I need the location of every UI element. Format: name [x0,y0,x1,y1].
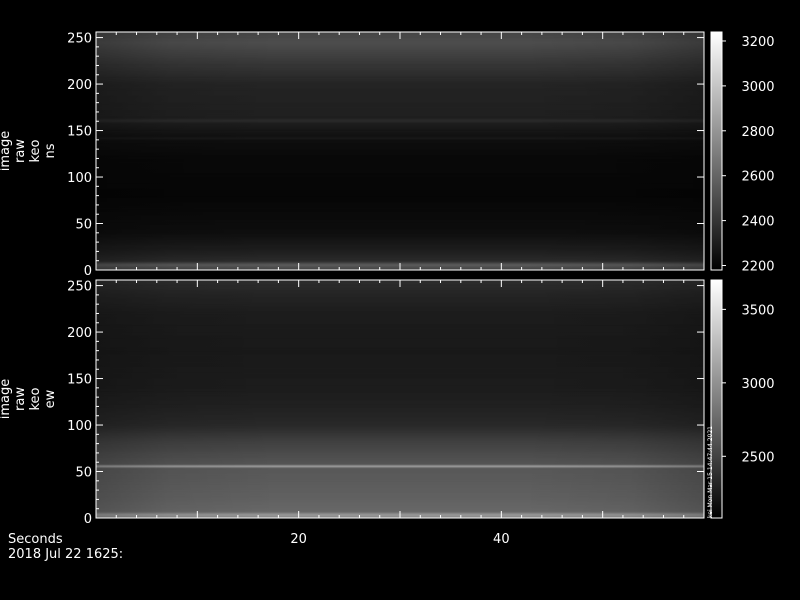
x-tick-label: 40 [493,532,510,547]
y-label-line: raw [13,139,28,163]
keogram-figure: 050100150200250 image raw keo ns 2200240026… [0,31,775,562]
side-annotation: kei Mon Mar 15 14:47:44 2021 [707,426,714,518]
y-tick-label: 100 [67,419,92,434]
x-axis-label: Seconds [8,532,63,547]
colorbar-ns-gradient [710,31,723,271]
y-label-ns: image raw keo ns [0,131,58,172]
y-tick-label: 150 [67,373,92,388]
heatmap-ew [96,280,704,519]
colorbar-tick-label: 2600 [741,170,774,185]
y-tick-label: 50 [75,466,92,481]
colorbar-ns-ticks: 2200 2400 2600 2800 3000 3200 [722,35,775,275]
y-tick-label: 0 [84,512,92,527]
colorbar-tick-label: 3000 [741,80,774,95]
colorbar-tick-label: 2800 [741,125,774,140]
y-label-line: image [0,379,13,420]
y-label-line: ew [43,389,58,408]
y-tick-label: 0 [84,264,92,279]
x-tick-labels: 20 40 [290,532,509,547]
y-label-line: image [0,131,13,172]
colorbar-tick-label: 3000 [741,377,774,392]
heatmap-ns [96,32,704,271]
panel-ns: 0 50 100 150 200 250 image raw keo ns 2200 2400 26… [0,31,775,279]
y-label-ew: image raw keo ew [0,379,58,420]
y-label-line: raw [13,387,28,411]
y-tick-label: 100 [67,171,92,186]
edge-shading [96,32,704,270]
colorbar-ns: 2200 2400 2600 2800 3000 3200 [710,31,775,275]
colorbar-tick-label: 2400 [741,215,774,230]
y-tick-label: 250 [67,280,92,295]
colorbar-tick-label: 3200 [741,35,774,50]
y-label-line: keo [28,387,43,410]
colorbar-tick-label: 3500 [741,303,774,318]
edge-shading [96,280,704,518]
y-tick-label: 200 [67,78,92,93]
y-tick-label: 200 [67,326,92,341]
y-tick-label: 250 [67,32,92,47]
colorbar-ew-ticks: 2500 3000 3500 [722,303,775,465]
x-tick-label: 20 [290,532,307,547]
y-tick-label: 50 [75,218,92,233]
date-label: 2018 Jul 22 1625: [8,547,123,562]
y-label-line: ns [43,143,58,158]
y-tick-label: 150 [67,125,92,140]
colorbar-tick-label: 2500 [741,450,774,465]
panel-ew: 0 50 100 150 200 250 image raw keo ew 2500 3000 35… [0,279,775,527]
colorbar-tick-label: 2200 [741,260,774,275]
y-label-line: keo [28,139,43,162]
colorbar-ew: 2500 3000 3500 [710,279,775,519]
